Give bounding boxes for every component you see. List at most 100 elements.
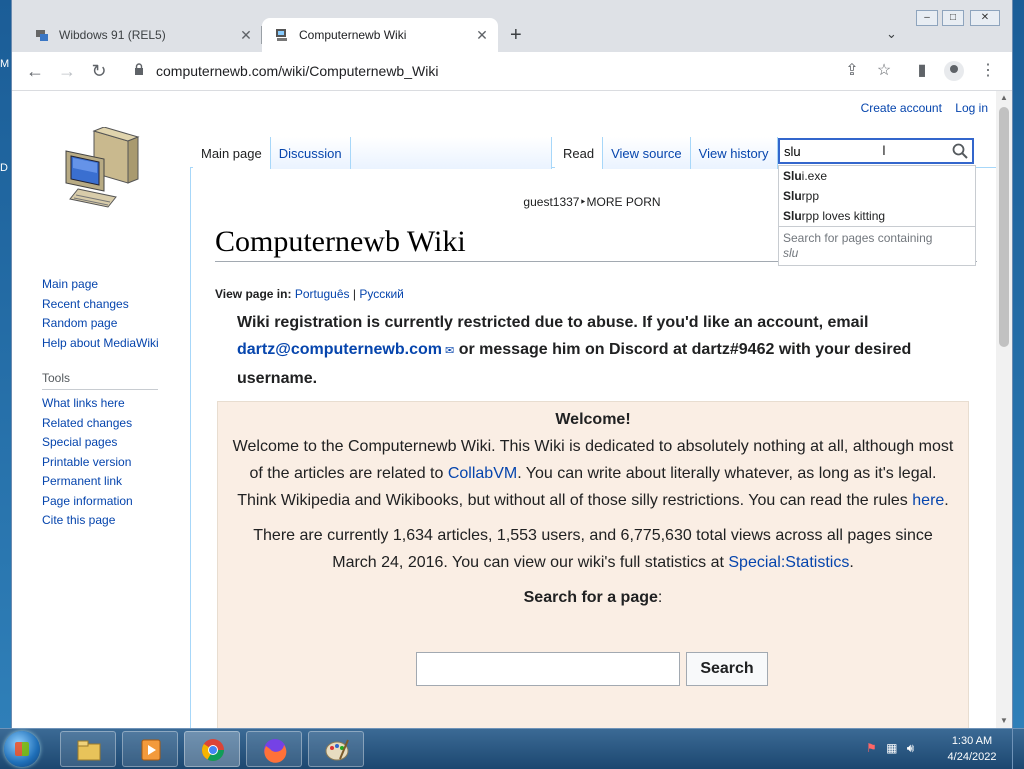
tab-title: Wibdows 91 (REL5) [59, 28, 166, 42]
address-bar[interactable]: computernewb.com/wiki/Computernewb_Wiki [124, 57, 904, 85]
language-separator: | [352, 287, 356, 301]
desktop-background-left [0, 0, 12, 728]
network-icon[interactable]: ▦ [886, 741, 897, 755]
sidebar: Main page Recent changes Random page Hel… [42, 275, 182, 531]
sidebar-item-recent-changes[interactable]: Recent changes [42, 295, 182, 315]
wiki-favicon-icon [274, 27, 290, 43]
language-portuguese-link[interactable]: Português [295, 287, 350, 301]
sidebar-item-main-page[interactable]: Main page [42, 275, 182, 295]
page-scrollbar[interactable]: ▲ ▼ [996, 91, 1012, 728]
text-cursor-icon: I [882, 142, 886, 158]
forward-icon[interactable]: → [56, 60, 78, 82]
external-mail-icon: ✉ [441, 345, 455, 357]
tab-read[interactable]: Read [555, 137, 604, 169]
search-suggestion[interactable]: Slurpp loves kitting [779, 206, 975, 226]
paint-palette-icon [325, 739, 349, 761]
language-links: View page in: Português | Русский [215, 287, 404, 301]
search-input[interactable]: slu I [778, 138, 974, 164]
browser-menu-icon[interactable]: ⋮ [978, 61, 998, 81]
sidebar-item-what-links-here[interactable]: What links here [42, 394, 182, 414]
minimize-icon[interactable]: – [916, 10, 938, 26]
taskbar-chrome[interactable] [184, 731, 240, 767]
tab-view-history[interactable]: View history [690, 137, 778, 169]
media-player-icon [141, 739, 161, 761]
sidebar-item-help[interactable]: Help about MediaWiki [42, 334, 182, 354]
maximize-icon[interactable]: □ [942, 10, 964, 26]
taskbar-firefox[interactable] [246, 731, 302, 767]
tab-wibdows[interactable]: Wibdows 91 (REL5) ✕ [22, 18, 262, 52]
sidebar-item-printable-version[interactable]: Printable version [42, 453, 182, 473]
tab-discussion[interactable]: Discussion [270, 137, 351, 169]
scroll-down-icon[interactable]: ▼ [996, 714, 1012, 728]
tab-view-source[interactable]: View source [603, 137, 691, 169]
start-button[interactable] [4, 731, 40, 767]
search-suggestions: Slui.exe Slurpp Slurpp loves kitting Sea… [778, 165, 976, 266]
side-panel-icon[interactable]: ▮ [912, 61, 932, 81]
profile-avatar-icon[interactable] [944, 61, 964, 81]
view-tabs: Read View source View history [555, 137, 778, 169]
taskbar-paint[interactable] [308, 731, 364, 767]
sidebar-item-page-information[interactable]: Page information [42, 492, 182, 512]
taskbar: ⚑ ▦ 🔊︎ 1:30 AM 4/24/2022 [0, 728, 1024, 769]
page-search-button[interactable]: Search [686, 652, 768, 686]
lock-icon [134, 63, 144, 78]
tab-spacer [350, 137, 552, 169]
registration-notice: Wiki registration is currently restricte… [237, 314, 912, 387]
computer-logo-icon[interactable] [64, 126, 142, 211]
close-tab-icon[interactable]: ✕ [234, 27, 258, 44]
taskbar-clock[interactable]: 1:30 AM 4/24/2022 [940, 733, 1004, 765]
share-icon[interactable]: ⇪ [842, 61, 862, 81]
search-containing-option[interactable]: Search for pages containing slu [779, 226, 975, 265]
sidebar-item-permanent-link[interactable]: Permanent link [42, 472, 182, 492]
login-link[interactable]: Log in [955, 101, 988, 115]
search-suggestion[interactable]: Slui.exe [779, 166, 975, 186]
welcome-title: Welcome! [555, 411, 631, 428]
tab-computernewb[interactable]: Computernewb Wiki ✕ [262, 18, 498, 52]
search-suggestion[interactable]: Slurpp [779, 186, 975, 206]
search-input-value: slu [784, 144, 801, 159]
namespace-tabs: Main page Discussion [193, 137, 552, 169]
wiki-page: Create account Log in Main page Discussi… [12, 91, 996, 728]
view-page-in-label: View page in: [215, 287, 292, 301]
taskbar-media-player[interactable] [122, 731, 178, 767]
tab-search-icon[interactable]: ⌄ [886, 26, 897, 42]
reload-icon[interactable]: ↻ [88, 60, 110, 82]
folder-icon [77, 740, 101, 761]
close-window-icon[interactable]: ✕ [970, 10, 1000, 26]
sidebar-item-related-changes[interactable]: Related changes [42, 414, 182, 434]
desktop-background-right [1012, 0, 1024, 728]
page-search-input[interactable] [416, 652, 680, 686]
stats-paragraph: There are currently 1,634 articles, 1,55… [253, 527, 933, 571]
welcome-paragraph: Welcome to the Computernewb Wiki. This W… [232, 438, 954, 509]
tools-heading: Tools [42, 371, 158, 390]
browser-toolbar: ← → ↻ computernewb.com/wiki/Computernewb… [12, 52, 1012, 91]
show-desktop-button[interactable] [1012, 729, 1024, 769]
close-tab-icon[interactable]: ✕ [470, 27, 494, 44]
back-icon[interactable]: ← [24, 60, 46, 82]
search-icon[interactable] [952, 143, 968, 159]
action-center-flag-icon[interactable]: ⚑ [866, 741, 877, 755]
scroll-thumb[interactable] [999, 107, 1009, 347]
bookmark-star-icon[interactable]: ☆ [874, 61, 894, 81]
system-tray: ⚑ ▦ 🔊︎ [866, 741, 914, 756]
vm-favicon-icon [34, 27, 50, 43]
language-russian-link[interactable]: Русский [359, 287, 404, 301]
statistics-link[interactable]: Special:Statistics [728, 554, 849, 571]
scroll-up-icon[interactable]: ▲ [996, 91, 1012, 105]
sidebar-item-random-page[interactable]: Random page [42, 314, 182, 334]
create-account-link[interactable]: Create account [861, 101, 942, 115]
rules-link[interactable]: here [912, 492, 944, 509]
tab-title: Computernewb Wiki [299, 28, 407, 42]
sidebar-item-cite[interactable]: Cite this page [42, 511, 182, 531]
tab-main-page[interactable]: Main page [193, 137, 271, 169]
collabvm-link[interactable]: CollabVM [448, 465, 517, 482]
new-tab-icon[interactable]: + [510, 24, 522, 47]
volume-icon[interactable]: 🔊︎ [907, 741, 915, 755]
tab-strip: Wibdows 91 (REL5) ✕ Computernewb Wiki ✕ … [12, 0, 1012, 52]
url-text: computernewb.com/wiki/Computernewb_Wiki [156, 63, 439, 79]
desktop-fragment-text: D [0, 162, 8, 174]
clock-time: 1:30 AM [951, 735, 993, 747]
taskbar-explorer[interactable] [60, 731, 116, 767]
sidebar-item-special-pages[interactable]: Special pages [42, 433, 182, 453]
email-link[interactable]: dartz@computernewb.com ✉ [237, 341, 454, 358]
